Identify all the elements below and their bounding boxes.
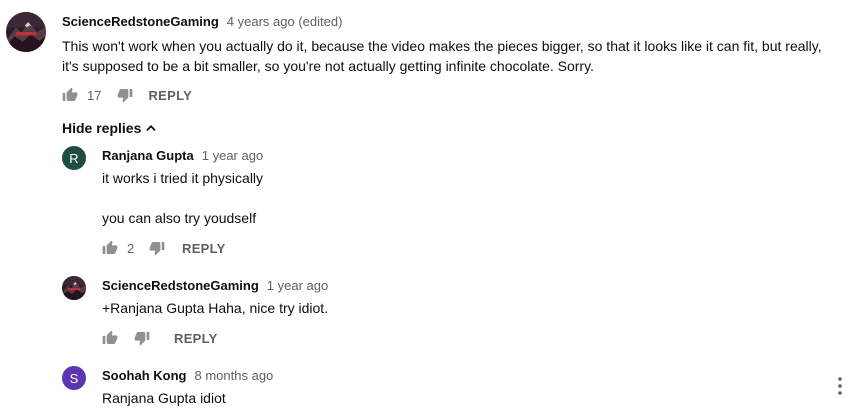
chevron-up-icon [146, 125, 157, 131]
thumb-down-icon[interactable] [134, 330, 150, 346]
avatar-letter: S [69, 370, 79, 386]
reply-actions: REPLY [102, 328, 218, 348]
thumb-down-icon[interactable] [149, 240, 165, 256]
reply-author[interactable]: Soohah Kong [102, 368, 187, 383]
avatar-image [62, 276, 86, 300]
comment-text-line-2: it's supposed to be a bit smaller, so yo… [62, 58, 594, 74]
reply-author[interactable]: ScienceRedstoneGaming [102, 278, 259, 293]
comment-header: ScienceRedstoneGaming 4 years ago (edite… [62, 12, 342, 30]
thumb-up-icon[interactable] [102, 330, 118, 346]
thumb-up-icon[interactable] [102, 240, 118, 256]
reply-author[interactable]: Ranjana Gupta [102, 148, 194, 163]
reply-text-line-1: Ranjana Gupta idiot [102, 390, 226, 406]
reply-time[interactable]: 1 year ago [202, 148, 263, 163]
comment-actions: 17 REPLY [62, 85, 192, 105]
avatar-letter: R [69, 150, 79, 166]
reply-text-line-2: you can also try youdself [102, 210, 257, 226]
avatar-image [6, 12, 46, 52]
comment-time[interactable]: 4 years ago (edited) [227, 14, 343, 29]
reply-button[interactable]: REPLY [148, 88, 192, 103]
reply-button[interactable]: REPLY [182, 241, 226, 256]
like-count: 17 [87, 87, 102, 103]
comment-author[interactable]: ScienceRedstoneGaming [62, 14, 219, 29]
reply-avatar[interactable]: R [62, 146, 86, 170]
hide-replies-button[interactable]: Hide replies [62, 119, 158, 137]
reply-time[interactable]: 8 months ago [195, 368, 274, 383]
reply-header: Soohah Kong 8 months ago [102, 366, 273, 384]
commenter-avatar[interactable] [6, 12, 46, 52]
thumb-down-icon[interactable] [117, 87, 133, 103]
reply-header: Ranjana Gupta 1 year ago [102, 146, 263, 164]
like-count: 2 [127, 240, 135, 256]
reply-time[interactable]: 1 year ago [267, 278, 328, 293]
reply-text-line-1: it works i tried it physically [102, 170, 264, 186]
reply-text-line-1: +Ranjana Gupta Haha, nice try idiot. [102, 300, 329, 316]
more-vertical-icon[interactable] [836, 376, 844, 396]
reply-actions: 2 REPLY [102, 238, 226, 258]
hide-replies-label: Hide replies [62, 120, 142, 136]
reply-header: ScienceRedstoneGaming 1 year ago [102, 276, 328, 294]
reply-button[interactable]: REPLY [174, 331, 218, 346]
reply-avatar[interactable] [62, 276, 86, 300]
thumb-up-icon[interactable] [62, 87, 78, 103]
reply-avatar[interactable]: S [62, 366, 86, 390]
comment-text-line-1: This won't work when you actually do it,… [62, 38, 822, 54]
